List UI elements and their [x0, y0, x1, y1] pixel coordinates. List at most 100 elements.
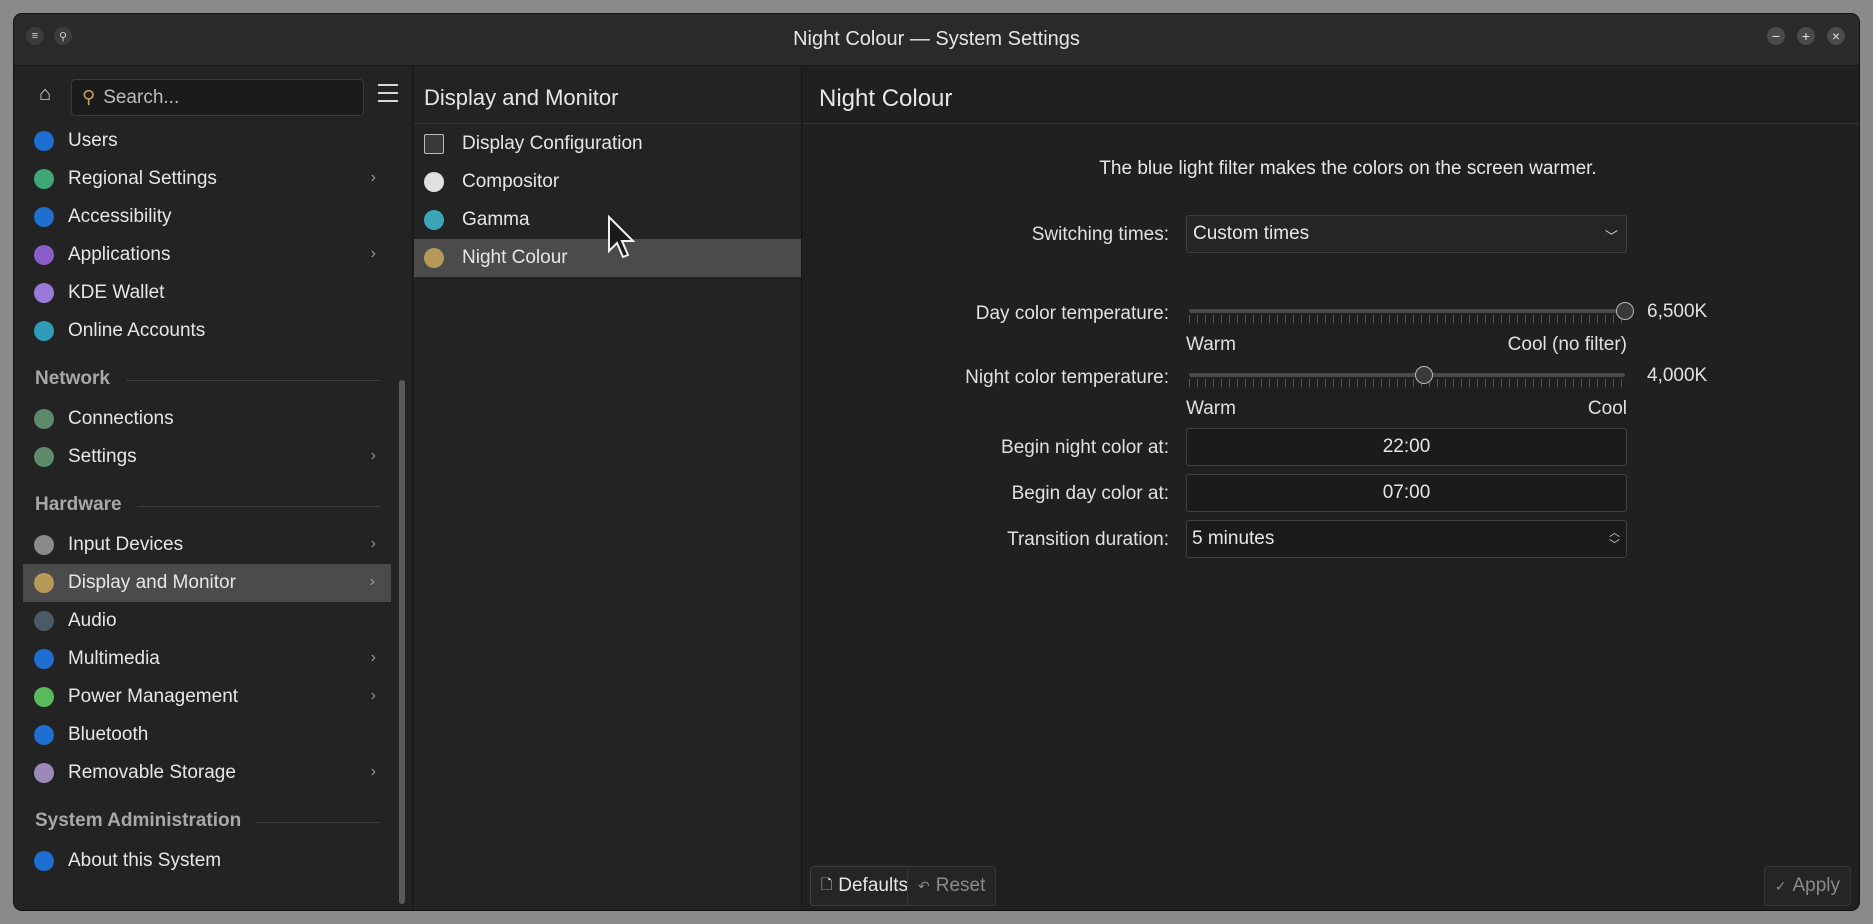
accessibility-icon — [34, 207, 54, 227]
begin-day-time-input[interactable]: 07:00 — [1186, 474, 1627, 512]
section-network-label: Network — [35, 368, 110, 389]
footer-bar: 🗋 Defaults ↶ Reset ✓ Apply — [803, 866, 1859, 910]
search-box[interactable]: ⚲ — [71, 79, 364, 116]
transition-duration-value: 5 minutes — [1192, 528, 1275, 549]
compositor-icon — [424, 172, 444, 192]
subcategory-item-label: Gamma — [462, 209, 530, 230]
chevron-down-icon: ﹀ — [1604, 229, 1618, 244]
input-devices-icon — [34, 535, 54, 555]
sidebar-toolbar: ⌂ ⚲ — [14, 66, 412, 122]
sidebar-item-label: Applications — [68, 244, 171, 265]
sidebar-item-label: About this System — [68, 850, 222, 871]
sidebar-item-input-devices[interactable]: Input Devices › — [14, 526, 392, 564]
removable-storage-icon — [34, 763, 54, 783]
mouse-cursor-icon — [608, 215, 636, 259]
sidebar-item-applications[interactable]: Applications › — [14, 236, 392, 274]
document-icon: 🗋 — [821, 876, 833, 892]
section-system-administration: System Administration — [14, 792, 392, 842]
system-settings-window: ≡ ⚲ Night Colour — System Settings − + ×… — [14, 14, 1859, 910]
sidebar-item-display-and-monitor[interactable]: Display and Monitor › — [23, 564, 391, 602]
switching-times-dropdown[interactable]: Custom times ﹀ — [1186, 215, 1627, 253]
network-icon — [34, 409, 54, 429]
sidebar-item-power-management[interactable]: Power Management › — [14, 678, 392, 716]
chevron-right-icon: › — [370, 649, 376, 666]
sidebar-item-label: Online Accounts — [68, 320, 206, 341]
chevron-right-icon: › — [370, 169, 376, 186]
subcategory-item-compositor[interactable]: Compositor — [414, 163, 801, 201]
defaults-button[interactable]: 🗋 Defaults — [810, 866, 919, 906]
maximize-icon[interactable]: + — [1797, 27, 1815, 45]
transition-duration-label: Transition duration: — [1007, 529, 1169, 550]
gamma-icon — [424, 210, 444, 230]
night-warm-label: Warm — [1186, 398, 1236, 419]
home-icon[interactable]: ⌂ — [34, 83, 56, 105]
begin-night-time-input[interactable]: 22:00 — [1186, 428, 1627, 466]
hamburger-menu-icon[interactable] — [378, 84, 398, 102]
sidebar-item-about-this-system[interactable]: About this System — [14, 842, 392, 880]
sidebar-item-connections[interactable]: Connections — [14, 400, 392, 438]
sidebar-item-label: Bluetooth — [68, 724, 149, 745]
sidebar-item-bluetooth[interactable]: Bluetooth — [14, 716, 392, 754]
sidebar-item-settings[interactable]: Settings › — [14, 438, 392, 476]
sidebar-item-label: Multimedia — [68, 648, 160, 669]
reset-button[interactable]: ↶ Reset — [907, 866, 997, 906]
subcategory-item-label: Night Colour — [462, 247, 568, 268]
power-icon — [34, 687, 54, 707]
begin-night-label: Begin night color at: — [1001, 437, 1169, 458]
search-icon: ⚲ — [82, 87, 96, 107]
day-temperature-value: 6,500K — [1647, 301, 1708, 322]
night-temperature-value: 4,000K — [1647, 365, 1708, 386]
begin-day-label: Begin day color at: — [1011, 483, 1169, 504]
day-temperature-label: Day color temperature: — [975, 303, 1169, 324]
sidebar-item-label: Connections — [68, 408, 174, 429]
sidebar-item-users[interactable]: Users — [14, 122, 392, 160]
search-input[interactable] — [103, 86, 344, 109]
sidebar-item-audio[interactable]: Audio — [14, 602, 392, 640]
page-title: Night Colour — [819, 85, 953, 112]
titlebar-right-buttons: − + × — [1767, 27, 1845, 45]
sidebar-item-accessibility[interactable]: Accessibility — [14, 198, 392, 236]
audio-icon — [34, 611, 54, 631]
begin-night-time-value: 22:00 — [1382, 436, 1431, 457]
reset-button-label: Reset — [935, 875, 986, 896]
sidebar-item-kde-wallet[interactable]: KDE Wallet — [14, 274, 392, 312]
night-temperature-label: Night color temperature: — [965, 367, 1169, 388]
applications-icon — [34, 245, 54, 265]
minimize-icon[interactable]: − — [1767, 27, 1785, 45]
window-title: Night Colour — System Settings — [793, 28, 1080, 50]
online-accounts-icon — [34, 321, 54, 341]
pin-icon[interactable]: ⚲ — [54, 27, 72, 45]
day-temperature-slider[interactable] — [1189, 299, 1634, 325]
sidebar-item-label: Accessibility — [68, 206, 172, 227]
sidebar-item-regional-settings[interactable]: Regional Settings › — [14, 160, 392, 198]
titlebar-left-buttons: ≡ ⚲ — [26, 27, 72, 45]
sidebar-item-multimedia[interactable]: Multimedia › — [14, 640, 392, 678]
sidebar-item-label: Power Management — [68, 686, 239, 707]
transition-duration-spinbox[interactable]: 5 minutes ︿ ﹀ — [1186, 520, 1627, 558]
sidebar-item-removable-storage[interactable]: Removable Storage › — [14, 754, 392, 792]
apply-button[interactable]: ✓ Apply — [1763, 866, 1851, 906]
sidebar-item-label: KDE Wallet — [68, 282, 165, 303]
display-icon — [34, 573, 54, 593]
section-hardware: Hardware — [14, 476, 392, 526]
night-temperature-slider[interactable] — [1189, 363, 1625, 389]
spin-arrows-icon[interactable]: ︿ ﹀ — [1609, 527, 1620, 551]
sidebar-item-online-accounts[interactable]: Online Accounts — [14, 312, 392, 350]
window-menu-icon[interactable]: ≡ — [26, 27, 44, 45]
section-hardware-label: Hardware — [35, 494, 122, 515]
subcategory-item-display-configuration[interactable]: Display Configuration — [414, 125, 801, 163]
sidebar-scrollbar[interactable] — [399, 380, 405, 904]
sidebar-item-label: Input Devices — [68, 534, 184, 555]
undo-icon: ↶ — [918, 877, 930, 894]
subcategory-item-label: Display Configuration — [462, 133, 643, 154]
chevron-right-icon: › — [370, 535, 376, 552]
close-icon[interactable]: × — [1827, 27, 1845, 45]
page-description: The blue light filter makes the colors o… — [1099, 158, 1597, 179]
day-temperature-handle[interactable] — [1616, 302, 1634, 320]
wallet-icon — [34, 283, 54, 303]
info-icon — [34, 851, 54, 871]
display-config-icon — [424, 134, 444, 154]
bluetooth-icon — [34, 725, 54, 745]
switching-times-label: Switching times: — [1031, 224, 1169, 245]
sidebar-item-label: Regional Settings — [68, 168, 217, 189]
